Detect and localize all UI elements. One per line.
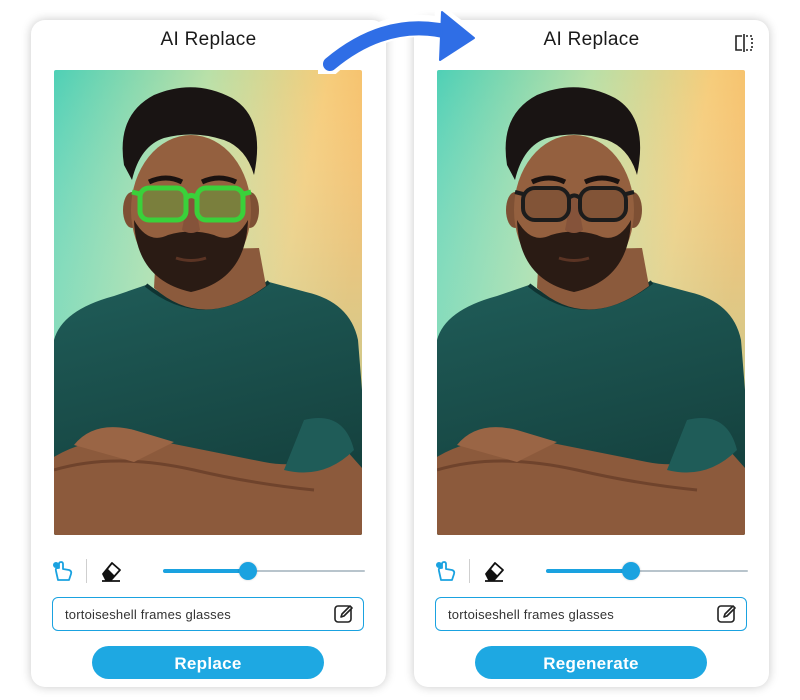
brush-size-slider[interactable] bbox=[546, 562, 748, 580]
curved-arrow-icon bbox=[318, 3, 483, 74]
prompt-field[interactable]: tortoiseshell frames glasses bbox=[435, 597, 747, 631]
tool-row bbox=[51, 557, 369, 585]
regenerate-button[interactable]: Regenerate bbox=[475, 646, 707, 679]
hand-brush-icon[interactable] bbox=[51, 559, 75, 583]
prompt-field[interactable]: tortoiseshell frames glasses bbox=[52, 597, 364, 631]
brush-size-slider[interactable] bbox=[163, 562, 365, 580]
tool-row bbox=[434, 557, 752, 585]
hand-brush-icon[interactable] bbox=[434, 559, 458, 583]
slider-fill bbox=[546, 569, 631, 573]
replace-button[interactable]: Replace bbox=[92, 646, 324, 679]
left-panel: AI Replace tortoiseshell frames glasses … bbox=[31, 20, 386, 687]
eraser-icon[interactable] bbox=[99, 559, 123, 583]
tool-divider bbox=[469, 559, 470, 583]
slider-knob[interactable] bbox=[238, 562, 257, 580]
photo-canvas[interactable] bbox=[437, 70, 745, 535]
slider-fill bbox=[163, 569, 248, 573]
tool-divider bbox=[86, 559, 87, 583]
compare-split-icon[interactable] bbox=[733, 33, 755, 53]
portrait-image bbox=[437, 70, 745, 535]
prompt-text[interactable]: tortoiseshell frames glasses bbox=[65, 607, 231, 622]
slider-knob[interactable] bbox=[621, 562, 640, 580]
portrait-image bbox=[54, 70, 362, 535]
right-panel: AI Replace tortoiseshell frames glasses … bbox=[414, 20, 769, 687]
prompt-text[interactable]: tortoiseshell frames glasses bbox=[448, 607, 614, 622]
photo-canvas[interactable] bbox=[54, 70, 362, 535]
eraser-icon[interactable] bbox=[482, 559, 506, 583]
edit-pencil-icon[interactable] bbox=[333, 603, 355, 625]
edit-pencil-icon[interactable] bbox=[716, 603, 738, 625]
